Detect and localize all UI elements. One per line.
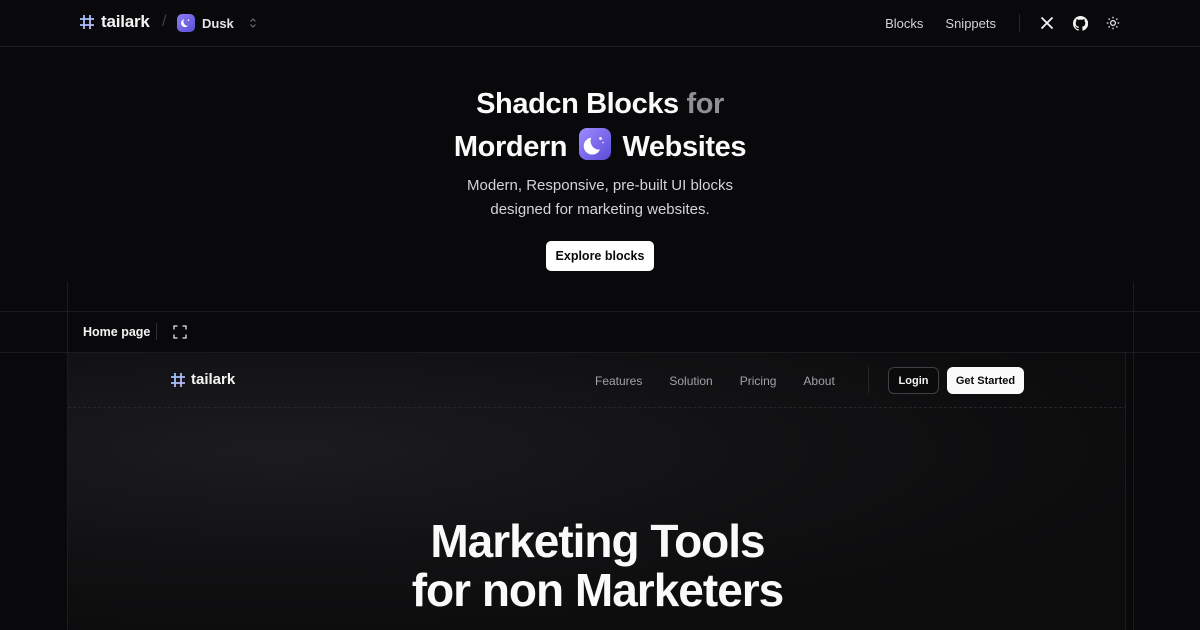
get-started-button[interactable]: Get Started: [947, 367, 1024, 394]
hash-logo-icon: [171, 372, 185, 387]
preview-nav-divider: [868, 367, 869, 393]
fullscreen-icon[interactable]: [173, 325, 187, 339]
frame-guide-left: [67, 282, 68, 353]
hero-subtitle-line-1: Modern, Responsive, pre-built UI blocks: [467, 177, 733, 194]
hero-title-muted: for: [686, 88, 724, 120]
explore-blocks-button[interactable]: Explore blocks: [546, 241, 654, 271]
hero-title-line-2: Mordern Websites: [0, 128, 1200, 164]
header-divider: [1019, 14, 1020, 32]
site-preview: tailark Features Solution Pricing About …: [67, 353, 1126, 630]
page: tailark / Dusk Blocks Snippets Shadcn Bl…: [0, 0, 1200, 630]
header-links: Blocks Snippets: [885, 16, 996, 31]
preview-hero-line-2: for non Marketers: [411, 564, 785, 616]
hash-logo-icon: [80, 15, 94, 29]
hero-subtitle-line-2: designed for marketing websites.: [490, 201, 710, 218]
theme-name: Dusk: [202, 15, 234, 31]
top-navbar: tailark / Dusk Blocks Snippets: [0, 0, 1200, 47]
chevron-up-down-icon: [249, 18, 256, 28]
x-logo-icon[interactable]: [1039, 15, 1055, 31]
preview-brand-name: tailark: [191, 371, 236, 388]
nav-link-blocks[interactable]: Blocks: [885, 16, 923, 31]
login-button[interactable]: Login: [888, 367, 939, 394]
brand-name: tailark: [101, 12, 150, 31]
hero-title-line-1: Shadcn Blocks for: [0, 88, 1200, 121]
frame-guide-top: [0, 311, 1200, 312]
hero-title-word-b: Websites: [622, 131, 747, 163]
sun-icon[interactable]: [1105, 15, 1121, 31]
nav-link-snippets[interactable]: Snippets: [945, 16, 996, 31]
breadcrumb-separator: /: [162, 13, 167, 30]
preview-nav-links: Features Solution Pricing About: [595, 374, 835, 388]
preview-nav-features[interactable]: Features: [595, 374, 642, 388]
preview-nav-pricing[interactable]: Pricing: [740, 374, 777, 388]
preview-brand[interactable]: tailark: [170, 371, 235, 388]
preview-hero-line-1: Marketing Tools: [430, 515, 765, 567]
brand-link[interactable]: tailark: [79, 12, 150, 32]
tab-home-page[interactable]: Home page: [83, 325, 150, 339]
hero-title-word-a: Mordern: [453, 131, 568, 163]
theme-selector[interactable]: Dusk: [177, 14, 257, 32]
toolbar-divider: [156, 323, 157, 340]
preview-nav-solution[interactable]: Solution: [669, 374, 712, 388]
preview-nav-about[interactable]: About: [803, 374, 834, 388]
moon-icon: [177, 14, 195, 32]
moon-badge-icon: [578, 128, 611, 160]
hero-title-main: Shadcn Blocks: [476, 88, 679, 120]
github-icon[interactable]: [1072, 15, 1088, 31]
preview-navbar: tailark Features Solution Pricing About …: [68, 353, 1125, 408]
frame-guide-right: [1133, 282, 1134, 630]
